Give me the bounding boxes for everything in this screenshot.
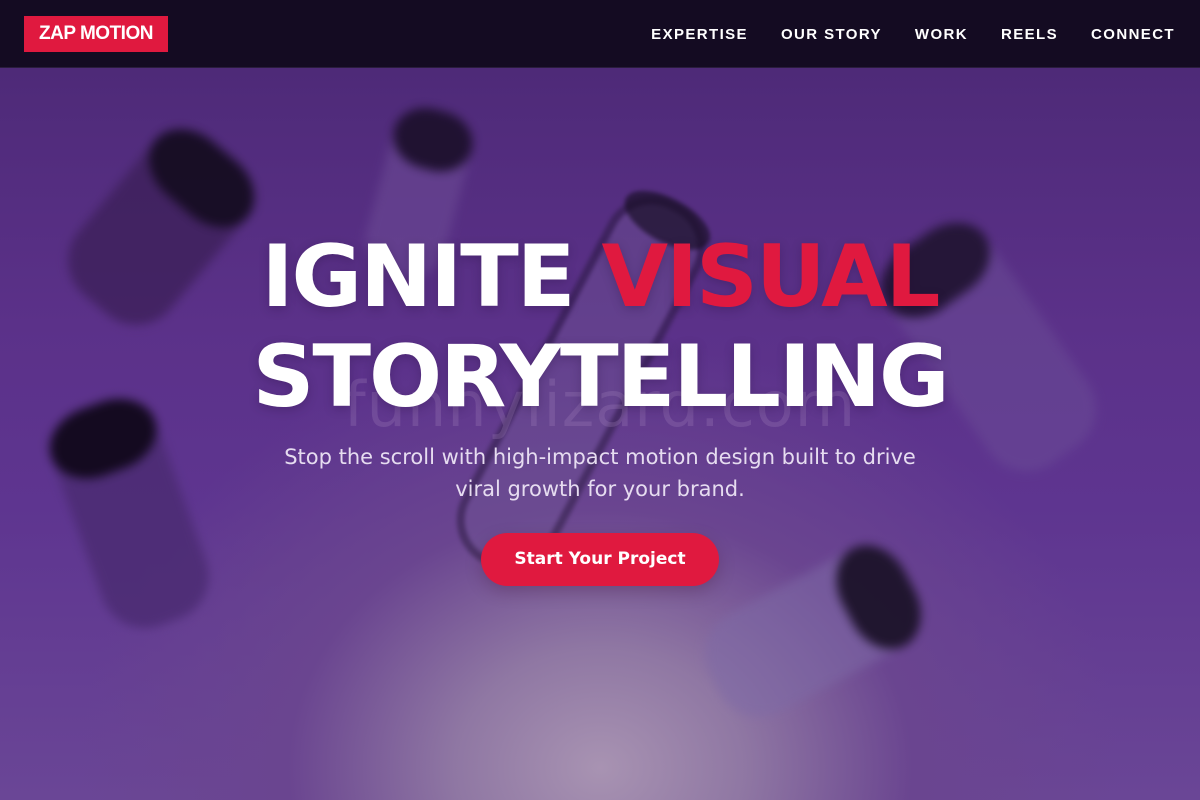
main-nav: EXPERTISE OUR STORY WORK REELS CONNECT: [651, 0, 1175, 68]
nav-link-our-story[interactable]: OUR STORY: [781, 26, 882, 43]
top-navigation-bar: ZAP MOTION EXPERTISE OUR STORY WORK REEL…: [0, 0, 1200, 68]
headline-part-ignite: IGNITE: [261, 227, 602, 327]
nav-link-connect[interactable]: CONNECT: [1091, 26, 1175, 43]
nav-link-reels[interactable]: REELS: [1001, 26, 1058, 43]
hero-section: funnylizard.com IGNITE VISUAL STORYTELLI…: [0, 68, 1200, 800]
start-project-button[interactable]: Start Your Project: [481, 533, 719, 586]
hero-subtitle: Stop the scroll with high-impact motion …: [284, 445, 916, 501]
headline-part-storytelling: STORYTELLING: [252, 327, 949, 427]
zap-motion-logo[interactable]: ZAP MOTION: [24, 16, 168, 52]
hero-headline: IGNITE VISUAL STORYTELLING: [0, 227, 1200, 427]
headline-accent-visual: VISUAL: [601, 227, 940, 327]
nav-link-work[interactable]: WORK: [915, 26, 968, 43]
nav-link-expertise[interactable]: EXPERTISE: [651, 26, 748, 43]
